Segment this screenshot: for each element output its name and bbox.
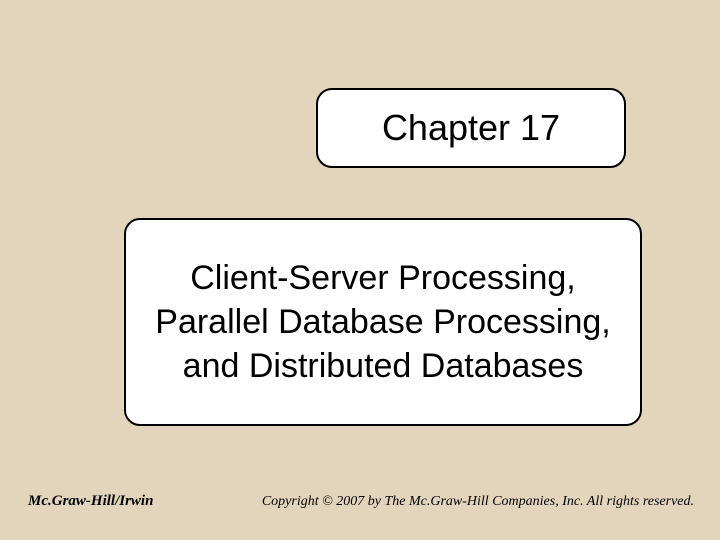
chapter-title-text: Chapter 17: [382, 107, 560, 149]
copyright-label: Copyright © 2007 by The Mc.Graw-Hill Com…: [262, 494, 694, 510]
subtitle-text: Client-Server Processing, Parallel Datab…: [146, 256, 620, 389]
chapter-title-box: Chapter 17: [316, 88, 626, 168]
subtitle-box: Client-Server Processing, Parallel Datab…: [124, 218, 642, 426]
publisher-label: Mc.Graw-Hill/Irwin: [28, 493, 153, 510]
